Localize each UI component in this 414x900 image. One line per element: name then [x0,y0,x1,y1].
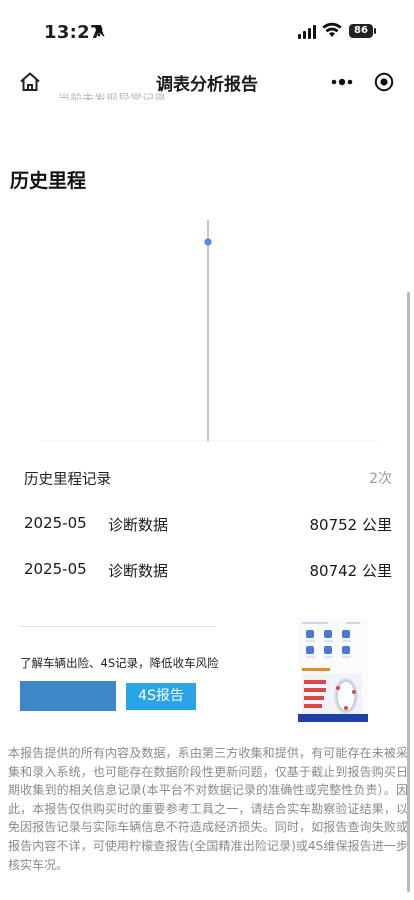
signal-icon [298,25,316,39]
disclaimer-text: 本报告提供的所有内容及数据，系由第三方收集和提供，有可能存在未被采集和录入系统，… [8,746,408,872]
status-bar: 13:27 86 [0,0,414,60]
divider [20,626,216,627]
record-date: 2025-05 [24,560,87,578]
mileage-chart [42,220,378,442]
record-type: 诊断数据 [108,516,169,534]
record-date: 2025-05 [24,514,87,532]
promo-text: 了解车辆出险、4S记录，降低收车风险 [20,656,219,670]
cut-off-notice: 当前未发现异常记录 [58,92,167,100]
battery-icon: 86 [349,24,376,38]
promo-primary-button[interactable] [20,681,116,711]
chart-point [204,238,212,246]
more-icon[interactable] [330,72,354,92]
section-title-mileage: 历史里程 [10,170,87,192]
record-row: 2025-05 诊断数据 80742 公里 [0,560,414,590]
record-mileage: 80742 公里 [309,562,393,580]
record-row: 2025-05 诊断数据 80752 公里 [0,514,414,544]
promo-banner[interactable]: 了解车辆出险、4S记录，降低收车风险 4S报告 [0,616,414,726]
records-count: 2次 [369,471,392,487]
bell-off-icon [92,24,106,42]
records-header: 历史里程记录 [24,472,111,488]
record-mileage: 80752 公里 [309,516,393,534]
record-type: 诊断数据 [108,562,169,580]
wifi-icon [322,22,342,40]
phone-preview-image [298,618,368,722]
4s-report-button[interactable]: 4S报告 [126,683,196,710]
scrollbar[interactable] [407,292,410,892]
close-icon[interactable] [374,72,394,92]
